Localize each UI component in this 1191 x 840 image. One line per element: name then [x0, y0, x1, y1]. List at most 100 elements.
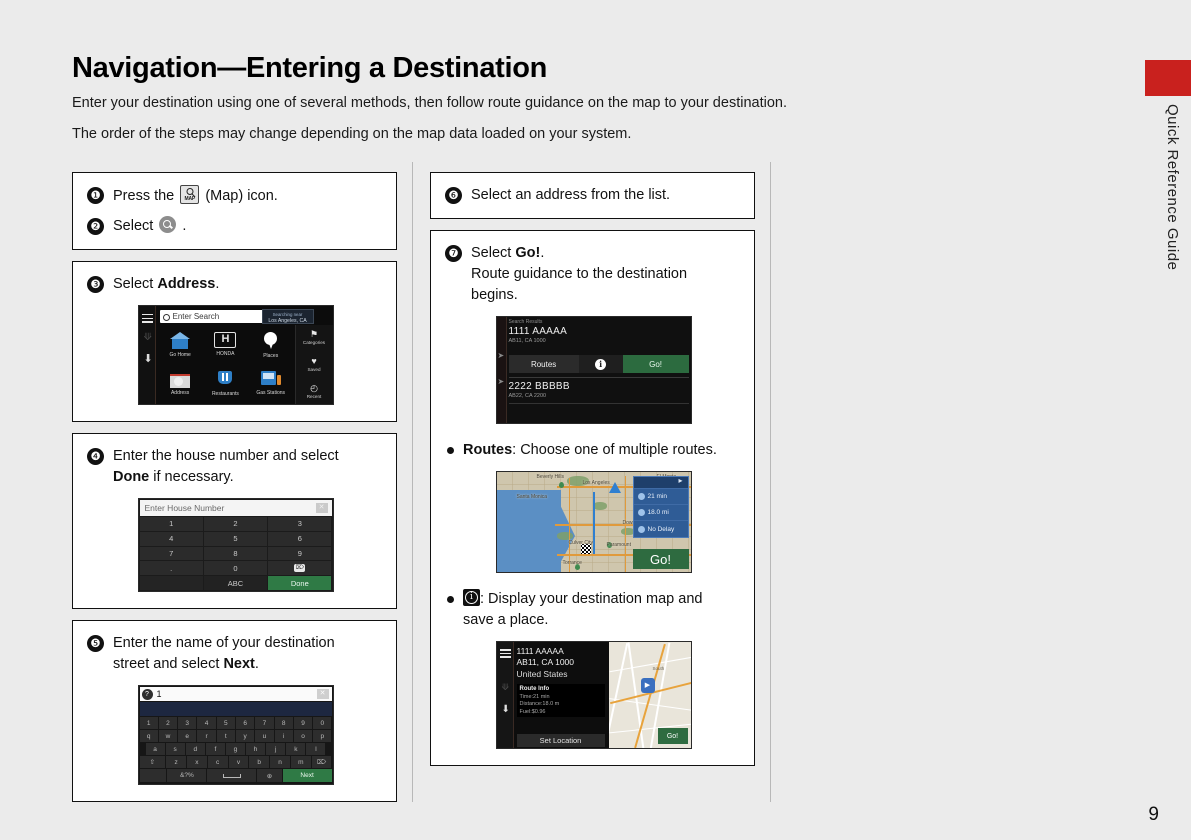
clear-icon[interactable]: ✕: [316, 689, 329, 700]
qwerty-keyboard: 1 2 3 4 5 6 7 8 9 0 q w e r t y u i o p …: [139, 717, 332, 783]
help-icon[interactable]: ?: [141, 688, 153, 700]
street-name-input[interactable]: ? 1 ✕: [139, 687, 332, 702]
bullet-routes-rest: : Choose one of multiple routes.: [512, 442, 717, 459]
key-g[interactable]: g: [225, 743, 246, 756]
key-4[interactable]: 4: [139, 531, 203, 546]
key-r[interactable]: r: [197, 730, 216, 743]
key-language[interactable]: ⊕: [257, 769, 282, 783]
key-symbols[interactable]: &?%: [167, 769, 207, 783]
key-1[interactable]: 1: [139, 517, 203, 531]
result-row-1[interactable]: 1111 AAAAA AB11, CA 1000: [509, 326, 689, 344]
key-h[interactable]: h: [246, 743, 266, 756]
key-e[interactable]: e: [178, 730, 197, 743]
key-k[interactable]: k: [286, 743, 306, 756]
route-info-title: Route Info: [519, 686, 550, 693]
key-n8[interactable]: 8: [274, 717, 293, 730]
nav-tile-address[interactable]: Address: [158, 365, 203, 404]
key-backspace[interactable]: ⌦: [311, 756, 332, 769]
clear-icon[interactable]: ✕: [315, 503, 328, 514]
key-y[interactable]: y: [235, 730, 255, 743]
nav-tile-honda[interactable]: HONDA: [203, 326, 248, 365]
key-l[interactable]: l: [306, 743, 326, 756]
info-button[interactable]: i: [578, 355, 623, 374]
key-v[interactable]: v: [228, 756, 249, 769]
key-d[interactable]: d: [185, 743, 205, 756]
nav-search-input[interactable]: Enter Search: [159, 310, 278, 324]
key-p[interactable]: p: [313, 730, 332, 743]
nav-saved-button[interactable]: ♥ Saved: [296, 352, 333, 379]
nav-tile-go-home[interactable]: Go Home: [158, 326, 203, 365]
key-6[interactable]: 6: [268, 531, 332, 546]
go-button[interactable]: Go!: [632, 549, 689, 570]
key-abc[interactable]: ABC: [203, 576, 268, 591]
menu-icon[interactable]: [499, 649, 511, 660]
keyboard-row-q: q w e r t y u i o p: [139, 730, 332, 743]
key-9[interactable]: 9: [268, 546, 332, 561]
key-t[interactable]: t: [216, 730, 235, 743]
key-n1[interactable]: 1: [139, 717, 158, 730]
step-3-bold: Address: [157, 276, 216, 293]
route-summary-panel[interactable]: 21 min 18.0 mi No Delay: [632, 476, 689, 539]
go-button[interactable]: Go!: [622, 355, 689, 374]
key-next[interactable]: Next: [282, 769, 332, 783]
key-s[interactable]: s: [165, 743, 185, 756]
key-o[interactable]: o: [293, 730, 313, 743]
key-x[interactable]: x: [187, 756, 207, 769]
scroll-up-icon[interactable]: ➤: [498, 351, 505, 360]
house-number-input[interactable]: Enter House Number ✕: [139, 500, 332, 517]
key-m[interactable]: m: [290, 756, 311, 769]
destination-pin-icon: [640, 678, 655, 694]
key-n7[interactable]: 7: [255, 717, 274, 730]
result-row-2[interactable]: 2222 BBBBB AB22, CA 2200: [508, 377, 689, 399]
key-0[interactable]: 0: [203, 561, 268, 576]
nav-recent-button[interactable]: ◴ Recent: [296, 379, 333, 404]
key-u[interactable]: u: [255, 730, 274, 743]
key-7[interactable]: 7: [139, 546, 203, 561]
key-n6[interactable]: 6: [235, 717, 255, 730]
key-i[interactable]: i: [274, 730, 293, 743]
nav-tile-gas-stations[interactable]: Gas Stations: [248, 365, 293, 404]
go-button[interactable]: Go!: [657, 728, 688, 745]
menu-icon[interactable]: [141, 314, 153, 323]
key-space[interactable]: [207, 769, 257, 783]
key-2[interactable]: 2: [203, 517, 268, 531]
step-7-line3: begins.: [471, 287, 518, 304]
destination-mini-map[interactable]: South Go!: [608, 642, 691, 749]
key-n3[interactable]: 3: [178, 717, 197, 730]
key-n5[interactable]: 5: [216, 717, 235, 730]
scroll-down-icon[interactable]: ⬇: [144, 352, 153, 365]
set-location-button[interactable]: Set Location: [516, 734, 605, 748]
searching-near-box[interactable]: Searching near Los Angeles, CA: [261, 309, 314, 324]
scroll-up-icon[interactable]: ⟱: [502, 682, 510, 693]
key-c[interactable]: c: [207, 756, 228, 769]
key-shift[interactable]: ⇧: [139, 756, 166, 769]
key-q[interactable]: q: [139, 730, 158, 743]
key-w[interactable]: w: [158, 730, 178, 743]
key-n0[interactable]: 0: [313, 717, 332, 730]
key-j[interactable]: j: [266, 743, 286, 756]
key-n[interactable]: n: [270, 756, 290, 769]
scroll-down-icon[interactable]: ⬇: [502, 704, 510, 715]
step-5-text: Enter the name of your destination stree…: [113, 633, 384, 675]
nav-tile-restaurants[interactable]: Restaurants: [203, 365, 248, 404]
key-n2[interactable]: 2: [158, 717, 178, 730]
key-3[interactable]: 3: [268, 517, 332, 531]
key-done[interactable]: Done: [268, 576, 332, 591]
key-z[interactable]: z: [166, 756, 186, 769]
key-backspace[interactable]: ⌦: [268, 561, 332, 576]
destination-info: 1111 AAAAA AB11, CA 1000 United States: [517, 646, 605, 679]
key-period[interactable]: .: [139, 561, 203, 576]
key-n4[interactable]: 4: [197, 717, 216, 730]
route-panel-header[interactable]: [633, 476, 688, 490]
key-5[interactable]: 5: [203, 531, 268, 546]
routes-button[interactable]: Routes: [508, 355, 579, 374]
key-a[interactable]: a: [145, 743, 165, 756]
key-8[interactable]: 8: [203, 546, 268, 561]
nav-tile-places[interactable]: Places: [248, 326, 293, 365]
key-f[interactable]: f: [205, 743, 225, 756]
scroll-down-icon[interactable]: ➤: [498, 377, 505, 386]
key-n9[interactable]: 9: [293, 717, 313, 730]
scroll-up-icon[interactable]: ⟱: [144, 332, 152, 343]
nav-categories-button[interactable]: ⚑ Categories: [296, 325, 333, 352]
key-b[interactable]: b: [249, 756, 270, 769]
